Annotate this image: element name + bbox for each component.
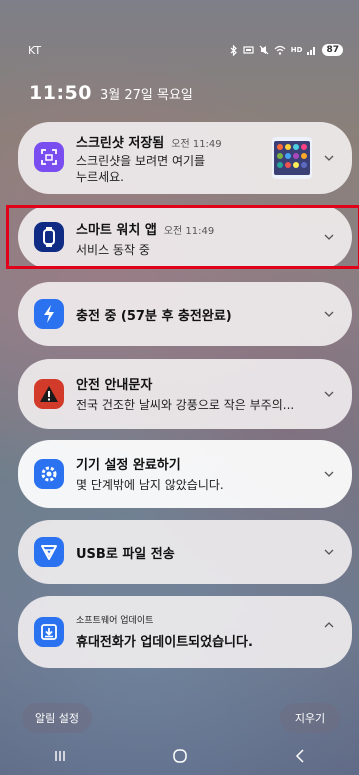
chevron-down-icon[interactable] [322, 467, 336, 481]
notification-app-name: 소프트웨어 업데이트 [76, 616, 154, 626]
notification-title: 안전 안내문자 [76, 378, 153, 393]
usb-icon [34, 537, 64, 567]
battery-indicator: 87 [322, 44, 343, 56]
settings-icon [34, 459, 64, 489]
notification-text: 전국 건조한 날씨와 강풍으로 작은 부주의... [76, 398, 295, 412]
warning-icon [34, 379, 64, 409]
notification-time: 오전 11:49 [171, 139, 222, 150]
notification-settings-button[interactable]: 알림 설정 [22, 703, 92, 733]
notification-body: 안전 안내문자 전국 건조한 날씨와 강풍으로 작은 부주의... [76, 374, 312, 413]
notification-body: 충전 중 (57분 후 충전완료) [76, 305, 312, 324]
clear-button[interactable]: 지우기 [280, 703, 340, 733]
screenshot-thumbnail[interactable] [272, 137, 312, 179]
screenshot-icon [34, 142, 64, 172]
clock: 11:50 [29, 82, 92, 104]
charging-icon [34, 299, 64, 329]
hd-icon: HD [290, 46, 303, 54]
notification-body: 기기 설정 완료하기 몇 단계밖에 남지 않았습니다. [76, 454, 312, 493]
chevron-down-icon[interactable] [322, 387, 336, 401]
chevron-down-icon[interactable] [322, 307, 336, 321]
status-icons: HD 87 [230, 44, 343, 56]
notification-title: 휴대전화가 업데이트되었습니다. [76, 635, 253, 650]
notification-title: USB로 파일 전송 [76, 547, 175, 562]
notification-body: USB로 파일 전송 [76, 543, 312, 562]
chevron-up-icon[interactable] [322, 618, 336, 632]
notification-title: 기기 설정 완료하기 [76, 458, 181, 473]
notification-time: 오전 11:49 [163, 226, 215, 237]
notification-charging[interactable]: 충전 중 (57분 후 충전완료) [18, 282, 352, 346]
notification-body: 소프트웨어 업데이트 휴대전화가 업데이트되었습니다. [76, 613, 312, 650]
date-time: 11:50 3월 27일 목요일 [29, 82, 193, 104]
chevron-down-icon[interactable] [322, 545, 336, 559]
watch-icon [34, 222, 64, 252]
chevron-down-icon[interactable] [322, 230, 336, 244]
status-bar: KT HD 87 [28, 40, 343, 60]
notification-text: 몇 단계밖에 남지 않았습니다. [76, 478, 224, 492]
back-icon[interactable] [294, 749, 306, 763]
notification-screenshot[interactable]: 스크린샷 저장됨 오전 11:49 스크린샷을 보려면 여기를 누르세요. [18, 122, 352, 194]
notification-title: 스마트 워치 앱 [76, 223, 157, 238]
wifi-icon [274, 45, 286, 55]
navigation-bar [0, 737, 359, 775]
notification-body: 스마트 워치 앱 오전 11:49 서비스 동작 중 [76, 219, 312, 258]
signal-icon [307, 47, 316, 55]
volume-icon [243, 46, 254, 54]
notification-title: 충전 중 (57분 후 충전완료) [76, 309, 232, 324]
recents-icon[interactable] [53, 749, 67, 763]
notification-usb[interactable]: USB로 파일 전송 [18, 520, 352, 584]
date-label: 3월 27일 목요일 [99, 88, 193, 103]
home-icon[interactable] [172, 748, 188, 764]
notification-title: 스크린샷 저장됨 [76, 136, 165, 151]
update-icon [34, 617, 64, 647]
notification-text: 서비스 동작 중 [76, 243, 150, 257]
chevron-down-icon[interactable] [322, 151, 336, 165]
notification-software-update[interactable]: 소프트웨어 업데이트 휴대전화가 업데이트되었습니다. [18, 596, 352, 668]
notification-safety-alert[interactable]: 안전 안내문자 전국 건조한 날씨와 강풍으로 작은 부주의... [18, 359, 352, 429]
carrier-label: KT [28, 43, 42, 57]
bluetooth-icon [230, 44, 237, 56]
mute-icon [259, 45, 269, 55]
notification-smart-watch[interactable]: 스마트 워치 앱 오전 11:49 서비스 동작 중 [18, 205, 352, 269]
notification-device-setup[interactable]: 기기 설정 완료하기 몇 단계밖에 남지 않았습니다. [18, 440, 352, 508]
